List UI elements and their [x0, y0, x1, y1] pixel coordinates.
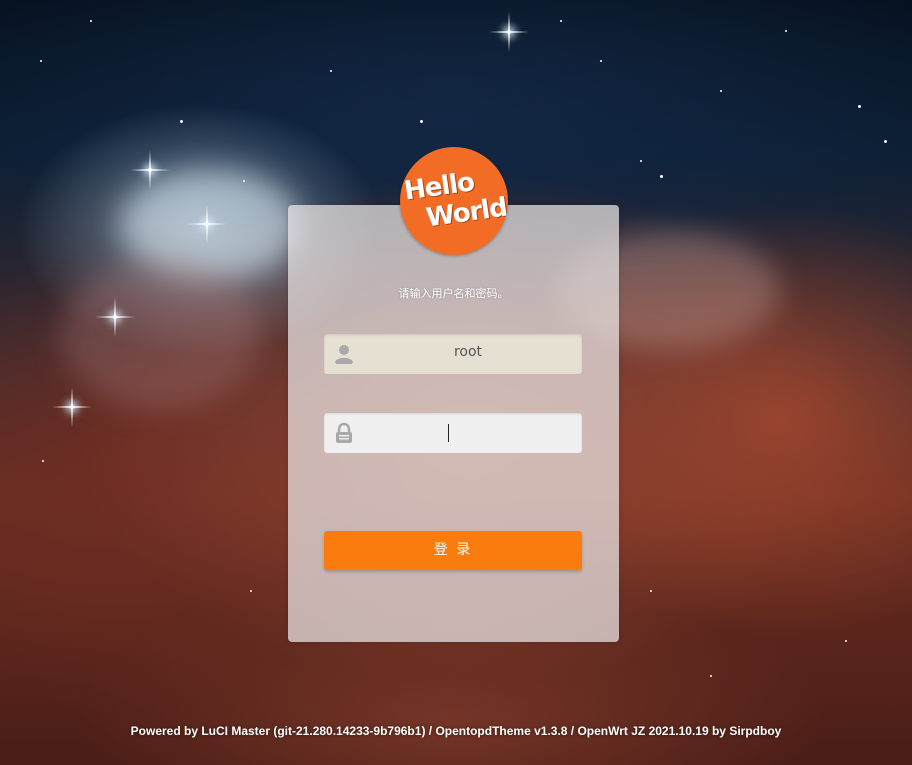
star-flare: [489, 12, 529, 52]
star: [330, 70, 332, 72]
star-flare: [130, 150, 170, 190]
star: [845, 640, 847, 642]
star: [720, 90, 722, 92]
star: [243, 180, 245, 182]
star: [640, 160, 642, 162]
footer-credits: Powered by LuCI Master (git-21.280.14233…: [130, 724, 782, 738]
hello-world-logo: Hello World: [400, 147, 508, 255]
star: [600, 60, 602, 62]
star: [250, 590, 252, 592]
star-flare: [52, 387, 92, 427]
user-icon: [333, 343, 355, 365]
star: [858, 105, 861, 108]
star: [420, 120, 423, 123]
nebula-highlight: [60, 260, 260, 410]
password-field[interactable]: [324, 413, 582, 453]
star: [42, 460, 44, 462]
login-button[interactable]: 登 录: [324, 531, 582, 570]
star-flare: [187, 204, 227, 244]
star-flare: [95, 297, 135, 337]
star: [560, 20, 562, 22]
login-prompt: 请输入用户名和密码。: [398, 287, 509, 300]
star: [884, 140, 887, 143]
username-field[interactable]: root: [324, 334, 582, 374]
username-value[interactable]: root: [364, 344, 572, 360]
star: [710, 675, 712, 677]
star: [660, 175, 663, 178]
star: [40, 60, 42, 62]
lock-icon: [333, 422, 355, 444]
text-caret: [448, 424, 449, 442]
star: [180, 120, 183, 123]
star: [785, 30, 787, 32]
star: [650, 590, 652, 592]
star: [90, 20, 92, 22]
